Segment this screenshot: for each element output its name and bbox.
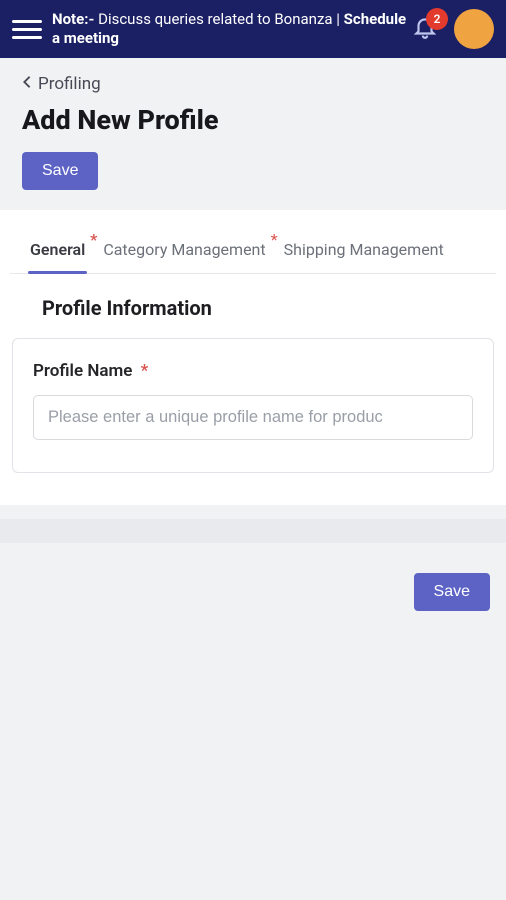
- menu-button[interactable]: [12, 14, 42, 44]
- tab-general[interactable]: General *: [28, 232, 87, 273]
- required-mark: *: [271, 230, 278, 249]
- tab-label: Category Management: [103, 240, 265, 259]
- field-label-text: Profile Name: [33, 361, 132, 381]
- breadcrumb[interactable]: Profiling: [22, 74, 484, 94]
- profile-card: Profile Name *: [12, 338, 494, 473]
- section-title: Profile Information: [42, 296, 488, 320]
- chevron-left-icon: [22, 74, 32, 94]
- tab-shipping-management[interactable]: Shipping Management: [282, 232, 446, 273]
- breadcrumb-label: Profiling: [38, 74, 101, 94]
- page-header: Profiling Add New Profile Save: [0, 58, 506, 210]
- tab-label: General: [30, 240, 85, 259]
- note-text: Discuss queries related to Bonanza |: [98, 10, 344, 28]
- section-divider: [0, 519, 506, 543]
- note-prefix: Note:-: [52, 10, 98, 28]
- required-mark: *: [90, 230, 97, 249]
- save-button[interactable]: Save: [22, 152, 98, 190]
- notification-badge: 2: [426, 8, 448, 30]
- tab-label: Shipping Management: [284, 240, 444, 259]
- required-mark: *: [141, 361, 149, 381]
- avatar[interactable]: [454, 9, 494, 49]
- content-panel: General * Category Management * Shipping…: [0, 210, 506, 505]
- section-header: Profile Information: [0, 274, 506, 320]
- profile-name-input[interactable]: [33, 395, 473, 440]
- top-bar: Note:- Discuss queries related to Bonanz…: [0, 0, 506, 58]
- tab-list: General * Category Management * Shipping…: [10, 210, 496, 274]
- profile-name-label: Profile Name *: [33, 361, 473, 381]
- tab-category-management[interactable]: Category Management *: [101, 232, 267, 273]
- save-button-footer[interactable]: Save: [414, 573, 490, 611]
- footer: Save: [0, 543, 506, 611]
- notifications-button[interactable]: 2: [408, 12, 442, 46]
- page-title: Add New Profile: [22, 104, 484, 136]
- top-note: Note:- Discuss queries related to Bonanz…: [52, 10, 408, 49]
